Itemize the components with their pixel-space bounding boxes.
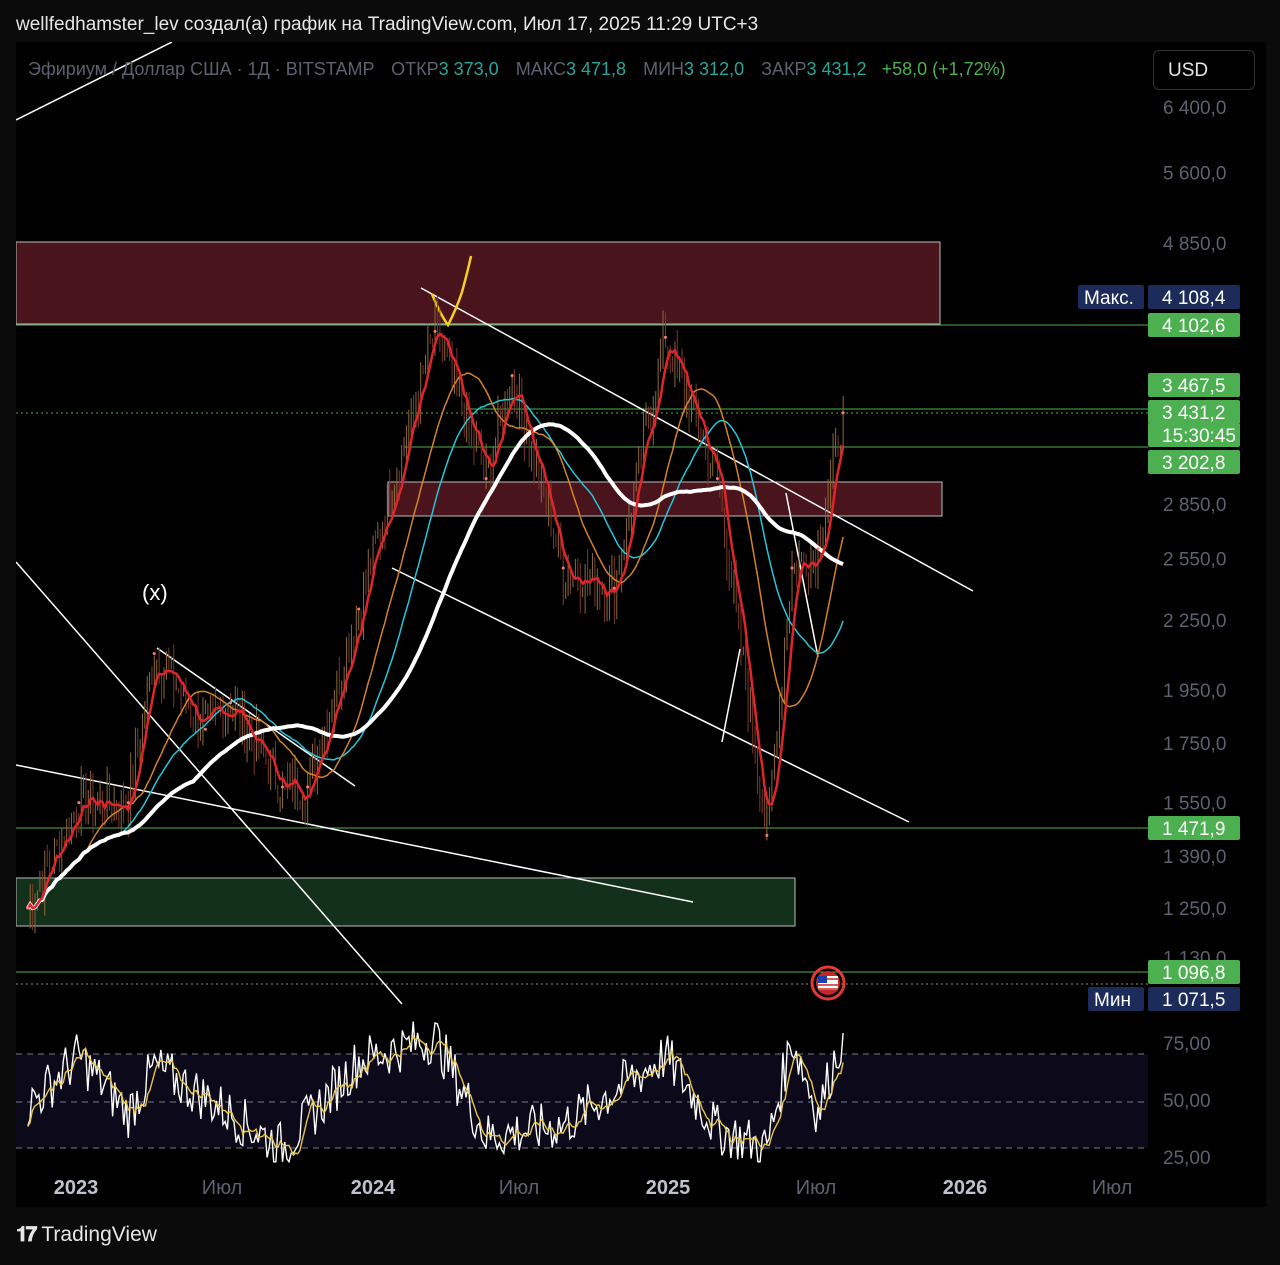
price-axis-tick: 6 400,0 bbox=[1163, 98, 1226, 119]
rsi-axis-tick: 25,00 bbox=[1163, 1148, 1211, 1169]
price-axis-tick: 1 550,0 bbox=[1163, 794, 1226, 815]
price-point bbox=[126, 801, 130, 805]
trend-line-descending-top[interactable] bbox=[420, 287, 974, 592]
close-value: 3 431,2 bbox=[806, 59, 867, 79]
symbol-name[interactable]: Эфириум / Доллар США · 1Д · BITSTAMP bbox=[28, 59, 374, 79]
time-axis-tick: 2025 bbox=[646, 1177, 691, 1199]
tradingview-logo-icon: 𝟏𝟕 bbox=[16, 1223, 37, 1246]
price-tag-value: 3 467,5 bbox=[1162, 376, 1225, 397]
price-point bbox=[280, 785, 284, 789]
price-point bbox=[357, 607, 361, 611]
price-tag-value: 1 096,8 bbox=[1162, 963, 1225, 984]
price-axis-tick: 2 550,0 bbox=[1163, 549, 1226, 570]
time-axis-tick: Июл bbox=[499, 1177, 540, 1199]
price-point bbox=[841, 411, 845, 415]
price-axis-tick: 1 950,0 bbox=[1163, 681, 1226, 702]
time-axis[interactable]: 2023 Июл 2024 Июл 2025 Июл 2026 Июл bbox=[54, 1177, 1133, 1199]
currency-button[interactable]: USD bbox=[1153, 50, 1255, 90]
price-axis-tick: 1 750,0 bbox=[1163, 734, 1226, 755]
brand-name: TradingView bbox=[41, 1223, 157, 1246]
price-point bbox=[229, 701, 233, 705]
high-label: МАКС bbox=[515, 59, 567, 79]
price-tag-value: 15:30:45 bbox=[1162, 426, 1236, 447]
price-point bbox=[765, 833, 769, 837]
price-point bbox=[152, 652, 156, 656]
trend-line-2023-upper[interactable] bbox=[156, 647, 356, 787]
price-chart-svg[interactable]: (x) 6 400,0 5 600,0 4 850,0 2 850,0 2 550,0 2… bbox=[15, 41, 1266, 1207]
time-axis-tick: Июл bbox=[202, 1177, 243, 1199]
price-tag-value: 1 471,9 bbox=[1162, 819, 1225, 840]
chart-frame[interactable]: (x) 6 400,0 5 600,0 4 850,0 2 850,0 2 550,0 2… bbox=[15, 41, 1266, 1207]
price-tag-value: 4 102,6 bbox=[1162, 316, 1225, 337]
footer-brand[interactable]: 𝟏𝟕 TradingView bbox=[16, 1223, 157, 1247]
change-value: +58,0 (+1,72%) bbox=[881, 59, 1006, 79]
wave-label-x: (x) bbox=[142, 580, 168, 605]
price-point bbox=[306, 785, 310, 789]
rsi-axis-tick: 50,00 bbox=[1163, 1091, 1211, 1112]
price-axis-tick: 2 250,0 bbox=[1163, 611, 1226, 632]
price-point bbox=[203, 727, 207, 731]
time-axis-tick: 2023 bbox=[54, 1177, 99, 1199]
high-value: 3 471,8 bbox=[566, 59, 627, 79]
price-axis-tick: 5 600,0 bbox=[1163, 163, 1226, 184]
trend-line-left-long[interactable] bbox=[15, 561, 403, 1005]
resistance-zone-middle[interactable] bbox=[387, 481, 943, 517]
rsi-axis: 75,00 50,00 25,00 bbox=[1163, 1034, 1211, 1169]
price-axis-tick: 2 850,0 bbox=[1163, 495, 1226, 516]
time-axis-tick: 2026 bbox=[943, 1177, 988, 1199]
price-axis-tick: 4 850,0 bbox=[1163, 234, 1226, 255]
low-label: МИН bbox=[643, 59, 685, 79]
price-point bbox=[26, 906, 30, 910]
price-point bbox=[612, 586, 616, 590]
trend-line-top-left[interactable] bbox=[15, 41, 173, 121]
price-tag-value: 3 202,8 bbox=[1162, 453, 1225, 474]
price-tag-label: Мин bbox=[1094, 990, 1131, 1011]
trend-line-2025-short[interactable] bbox=[721, 648, 741, 743]
close-label: ЗАКР bbox=[761, 59, 807, 79]
resistance-zone-top[interactable] bbox=[15, 241, 941, 325]
price-axis-tick: 1 390,0 bbox=[1163, 847, 1226, 868]
chart-header-title: wellfedhamster_lev создал(а) график на T… bbox=[16, 14, 759, 35]
time-axis-tick: Июл bbox=[796, 1177, 837, 1199]
price-point bbox=[484, 477, 488, 481]
trend-line-channel-lower[interactable] bbox=[391, 567, 910, 823]
low-value: 3 312,0 bbox=[684, 59, 745, 79]
price-point bbox=[510, 374, 514, 378]
price-tag-label: Макс. bbox=[1084, 288, 1134, 309]
price-tag-value: 3 431,2 bbox=[1162, 403, 1225, 424]
support-zone-green[interactable] bbox=[15, 877, 796, 927]
price-tag-value: 4 108,4 bbox=[1162, 288, 1226, 309]
time-axis-tick: Июл bbox=[1092, 1177, 1133, 1199]
price-series-group bbox=[26, 329, 845, 910]
price-point bbox=[433, 329, 437, 333]
price-point bbox=[790, 566, 794, 570]
price-point bbox=[715, 477, 719, 481]
open-value: 3 373,0 bbox=[438, 59, 499, 79]
us-flag-event-icon[interactable] bbox=[810, 965, 846, 1001]
price-axis-tick: 1 250,0 bbox=[1163, 899, 1226, 920]
price-point bbox=[663, 335, 667, 339]
open-label: ОТКР bbox=[391, 59, 439, 79]
price-point bbox=[816, 547, 820, 551]
rsi-axis-tick: 75,00 bbox=[1163, 1034, 1211, 1055]
symbol-legend[interactable]: Эфириум / Доллар США · 1Д · BITSTAMP ОТК… bbox=[28, 59, 1006, 80]
price-point bbox=[561, 566, 565, 570]
price-point bbox=[77, 801, 81, 805]
price-tag-value: 1 071,5 bbox=[1162, 990, 1225, 1011]
time-axis-tick: 2024 bbox=[351, 1177, 396, 1199]
